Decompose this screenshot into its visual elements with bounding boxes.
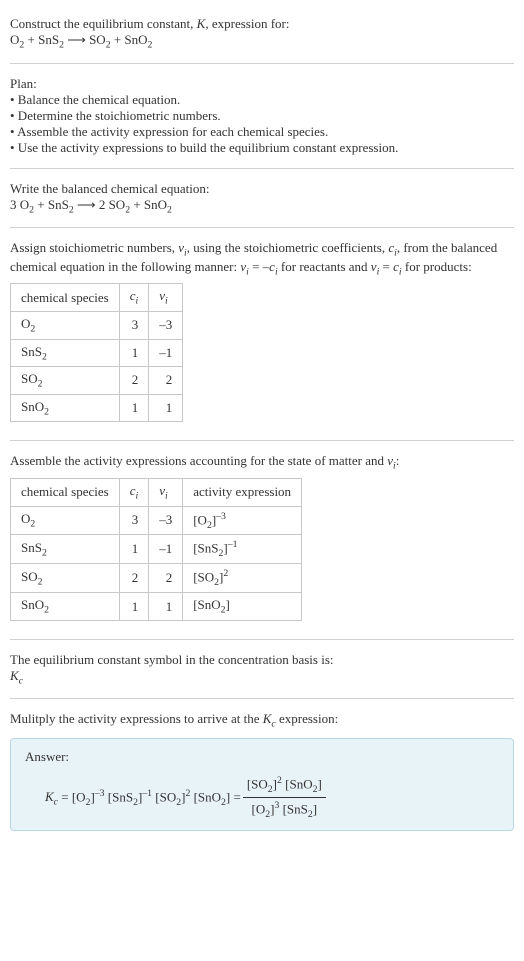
divider <box>10 63 514 64</box>
plan-section: Plan: • Balance the chemical equation. •… <box>10 68 514 164</box>
col-header: νi <box>149 284 183 312</box>
table-row: O2 3 –3 <box>11 311 183 339</box>
header-section: Construct the equilibrium constant, K, e… <box>10 8 514 59</box>
balanced-equation: 3 O2 + SnS2 ⟶ 2 SO2 + SnO2 <box>10 197 514 216</box>
cell-c: 3 <box>119 506 149 535</box>
table-row: SnO2 1 1 [SnO2] <box>11 593 302 621</box>
cell-c: 1 <box>119 394 149 422</box>
cell-species: O2 <box>11 506 120 535</box>
basis-line2: Kc <box>10 668 514 687</box>
divider <box>10 639 514 640</box>
multiply-section: Mulitply the activity expressions to arr… <box>10 703 514 842</box>
cell-species: O2 <box>11 311 120 339</box>
assign-section: Assign stoichiometric numbers, νi, using… <box>10 232 514 436</box>
fraction-numerator: [SO2]2 [SnO2] <box>243 775 326 798</box>
table-row: SnS2 1 –1 [SnS2]–1 <box>11 535 302 564</box>
balanced-title: Write the balanced chemical equation: <box>10 181 514 197</box>
cell-v: 1 <box>149 593 183 621</box>
cell-v: –3 <box>149 506 183 535</box>
cell-v: 1 <box>149 394 183 422</box>
cell-activity: [O2]–3 <box>183 506 302 535</box>
cell-species: SnO2 <box>11 593 120 621</box>
cell-species: SnS2 <box>11 535 120 564</box>
cell-c: 2 <box>119 367 149 395</box>
answer-label: Answer: <box>25 749 499 765</box>
cell-activity: [SO2]2 <box>183 564 302 593</box>
cell-activity: [SnS2]–1 <box>183 535 302 564</box>
multiply-text: Mulitply the activity expressions to arr… <box>10 711 514 730</box>
answer-lhs: Kc = [O2]–3 [SnS2]–1 [SO2]2 [SnO2] = <box>45 788 241 808</box>
table-row: O2 3 –3 [O2]–3 <box>11 506 302 535</box>
answer-fraction: [SO2]2 [SnO2] [O2]3 [SnS2] <box>243 775 326 820</box>
cell-species: SnS2 <box>11 339 120 367</box>
cell-c: 1 <box>119 535 149 564</box>
cell-species: SnO2 <box>11 394 120 422</box>
basis-line1: The equilibrium constant symbol in the c… <box>10 652 514 668</box>
cell-c: 2 <box>119 564 149 593</box>
plan-item: • Use the activity expressions to build … <box>10 140 514 156</box>
table-row: SnS2 1 –1 <box>11 339 183 367</box>
table-row: SnO2 1 1 <box>11 394 183 422</box>
answer-expression: Kc = [O2]–3 [SnS2]–1 [SO2]2 [SnO2] = [SO… <box>25 775 499 820</box>
divider <box>10 698 514 699</box>
cell-species: SO2 <box>11 564 120 593</box>
activity-text: Assemble the activity expressions accoun… <box>10 453 514 472</box>
header-equation: O2 + SnS2 ⟶ SO2 + SnO2 <box>10 32 514 51</box>
plan-item: • Balance the chemical equation. <box>10 92 514 108</box>
divider <box>10 168 514 169</box>
divider <box>10 440 514 441</box>
cell-c: 1 <box>119 339 149 367</box>
col-header: chemical species <box>11 478 120 506</box>
stoich-table: chemical species ci νi O2 3 –3 SnS2 1 –1… <box>10 283 183 422</box>
balanced-section: Write the balanced chemical equation: 3 … <box>10 173 514 224</box>
table-row: SO2 2 2 [SO2]2 <box>11 564 302 593</box>
activity-section: Assemble the activity expressions accoun… <box>10 445 514 635</box>
col-header: ci <box>119 478 149 506</box>
plan-title: Plan: <box>10 76 514 92</box>
cell-v: 2 <box>149 367 183 395</box>
table-row: chemical species ci νi <box>11 284 183 312</box>
header-line1: Construct the equilibrium constant, K, e… <box>10 16 514 32</box>
cell-v: 2 <box>149 564 183 593</box>
fraction-denominator: [O2]3 [SnS2] <box>248 798 322 820</box>
assign-text: Assign stoichiometric numbers, νi, using… <box>10 240 514 277</box>
cell-species: SO2 <box>11 367 120 395</box>
basis-section: The equilibrium constant symbol in the c… <box>10 644 514 695</box>
activity-table: chemical species ci νi activity expressi… <box>10 478 302 621</box>
col-header: νi <box>149 478 183 506</box>
cell-v: –3 <box>149 311 183 339</box>
table-row: chemical species ci νi activity expressi… <box>11 478 302 506</box>
col-header: ci <box>119 284 149 312</box>
cell-c: 1 <box>119 593 149 621</box>
answer-box: Answer: Kc = [O2]–3 [SnS2]–1 [SO2]2 [SnO… <box>10 738 514 831</box>
table-row: SO2 2 2 <box>11 367 183 395</box>
cell-c: 3 <box>119 311 149 339</box>
col-header: activity expression <box>183 478 302 506</box>
cell-v: –1 <box>149 535 183 564</box>
cell-v: –1 <box>149 339 183 367</box>
col-header: chemical species <box>11 284 120 312</box>
cell-activity: [SnO2] <box>183 593 302 621</box>
plan-item: • Assemble the activity expression for e… <box>10 124 514 140</box>
plan-item: • Determine the stoichiometric numbers. <box>10 108 514 124</box>
divider <box>10 227 514 228</box>
